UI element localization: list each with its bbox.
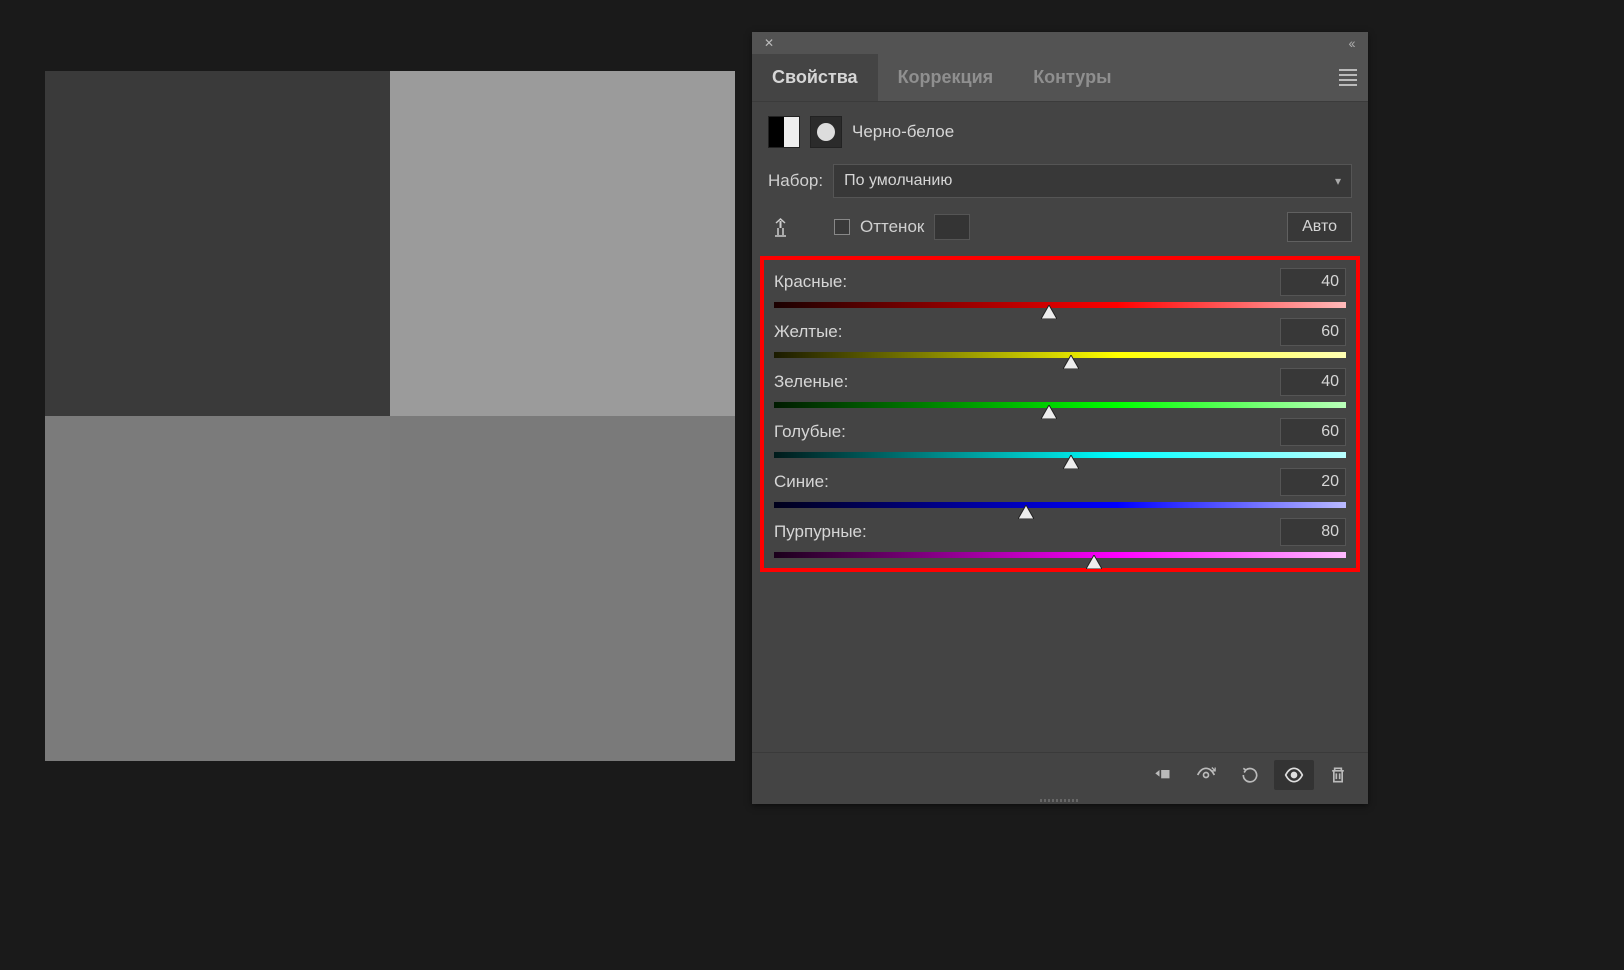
slider-track-cyans[interactable] bbox=[774, 452, 1346, 458]
clip-to-layer-icon[interactable] bbox=[1142, 760, 1182, 790]
slider-track-reds[interactable] bbox=[774, 302, 1346, 308]
gradient-cyans bbox=[774, 452, 1346, 458]
slider-cyans: Голубые: bbox=[774, 418, 1346, 458]
tint-color-swatch[interactable] bbox=[934, 214, 970, 240]
adjustment-title: Черно-белое bbox=[852, 122, 954, 142]
slider-label-greens: Зеленые: bbox=[774, 372, 848, 392]
preview-quadrant bbox=[45, 416, 390, 761]
slider-track-blues[interactable] bbox=[774, 502, 1346, 508]
slider-thumb-blues[interactable] bbox=[1018, 505, 1034, 519]
panel-menu-icon[interactable] bbox=[1328, 54, 1368, 101]
close-icon[interactable] bbox=[760, 34, 778, 52]
slider-label-cyans: Голубые: bbox=[774, 422, 846, 442]
panel-tabs: Свойства Коррекция Контуры bbox=[752, 54, 1368, 102]
collapse-panel-icon[interactable] bbox=[1342, 34, 1360, 52]
tint-label: Оттенок bbox=[860, 217, 924, 237]
layer-mask-icon[interactable] bbox=[810, 116, 842, 148]
preset-row: Набор: По умолчанию ▾ bbox=[768, 164, 1352, 198]
slider-value-cyans[interactable] bbox=[1280, 418, 1346, 446]
preset-label: Набор: bbox=[768, 171, 823, 191]
tab-paths[interactable]: Контуры bbox=[1013, 54, 1131, 101]
slider-thumb-cyans[interactable] bbox=[1063, 455, 1079, 469]
black-white-adjustment-icon bbox=[768, 116, 800, 148]
chevron-down-icon: ▾ bbox=[1335, 174, 1341, 188]
slider-thumb-reds[interactable] bbox=[1041, 305, 1057, 319]
toggle-visibility-icon[interactable] bbox=[1274, 760, 1314, 790]
view-previous-state-icon[interactable] bbox=[1186, 760, 1226, 790]
preset-select[interactable]: По умолчанию ▾ bbox=[833, 164, 1352, 198]
slider-value-yellows[interactable] bbox=[1280, 318, 1346, 346]
slider-track-magentas[interactable] bbox=[774, 552, 1346, 558]
slider-label-magentas: Пурпурные: bbox=[774, 522, 867, 542]
panel-resize-grip[interactable] bbox=[752, 796, 1368, 804]
preset-value: По умолчанию bbox=[844, 172, 952, 190]
gradient-yellows bbox=[774, 352, 1346, 358]
properties-panel: Свойства Коррекция Контуры Черно-белое Н… bbox=[752, 32, 1368, 804]
gradient-greens bbox=[774, 402, 1346, 408]
slider-value-blues[interactable] bbox=[1280, 468, 1346, 496]
preview-quadrant bbox=[390, 71, 735, 416]
reset-icon[interactable] bbox=[1230, 760, 1270, 790]
canvas-preview bbox=[45, 71, 735, 761]
slider-greens: Зеленые: bbox=[774, 368, 1346, 408]
slider-thumb-yellows[interactable] bbox=[1063, 355, 1079, 369]
slider-value-magentas[interactable] bbox=[1280, 518, 1346, 546]
slider-yellows: Желтые: bbox=[774, 318, 1346, 358]
slider-thumb-magentas[interactable] bbox=[1086, 555, 1102, 569]
slider-value-reds[interactable] bbox=[1280, 268, 1346, 296]
tab-adjustments[interactable]: Коррекция bbox=[878, 54, 1014, 101]
slider-reds: Красные: bbox=[774, 268, 1346, 308]
adjustment-header: Черно-белое bbox=[768, 116, 1352, 148]
gradient-blues bbox=[774, 502, 1346, 508]
panel-footer bbox=[752, 752, 1368, 796]
sliders-highlight-box: Красные: Желтые: bbox=[760, 256, 1360, 572]
slider-blues: Синие: bbox=[774, 468, 1346, 508]
tint-row: Оттенок Авто bbox=[768, 212, 1352, 242]
panel-topbar bbox=[752, 32, 1368, 54]
delete-icon[interactable] bbox=[1318, 760, 1358, 790]
targeted-adjustment-icon[interactable] bbox=[768, 214, 794, 240]
slider-label-blues: Синие: bbox=[774, 472, 829, 492]
gradient-magentas bbox=[774, 552, 1346, 558]
slider-track-yellows[interactable] bbox=[774, 352, 1346, 358]
gradient-reds bbox=[774, 302, 1346, 308]
slider-value-greens[interactable] bbox=[1280, 368, 1346, 396]
slider-label-yellows: Желтые: bbox=[774, 322, 842, 342]
auto-button[interactable]: Авто bbox=[1287, 212, 1352, 242]
tint-checkbox[interactable] bbox=[834, 219, 850, 235]
slider-magentas: Пурпурные: bbox=[774, 518, 1346, 558]
tab-properties[interactable]: Свойства bbox=[752, 54, 878, 101]
preview-quadrant bbox=[45, 71, 390, 416]
slider-track-greens[interactable] bbox=[774, 402, 1346, 408]
panel-body: Черно-белое Набор: По умолчанию ▾ Оттено… bbox=[752, 102, 1368, 752]
slider-label-reds: Красные: bbox=[774, 272, 847, 292]
slider-thumb-greens[interactable] bbox=[1041, 405, 1057, 419]
preview-quadrant bbox=[390, 416, 735, 761]
